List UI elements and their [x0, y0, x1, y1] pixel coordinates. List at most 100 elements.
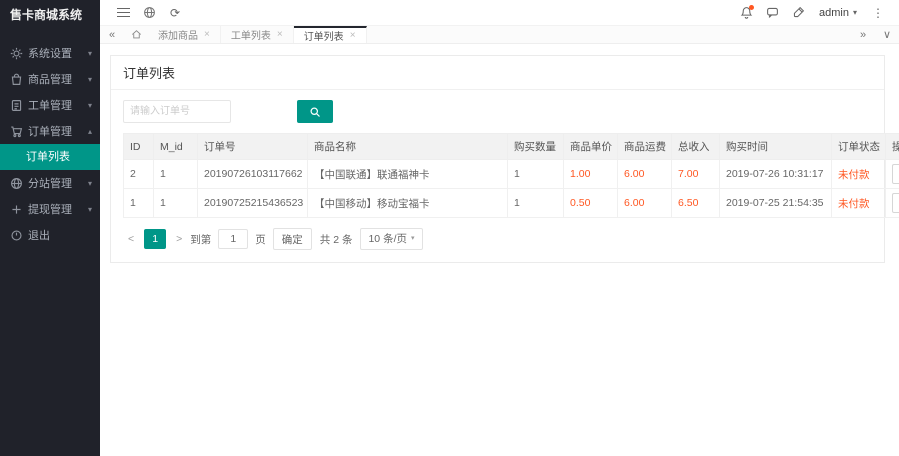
tabs-dropdown-icon[interactable]: ∨ [875, 26, 899, 43]
sidebar-item-label: 提现管理 [28, 201, 86, 217]
col-id: ID [124, 134, 154, 160]
cell-order-no: 20190725215436523 [198, 189, 308, 218]
tabs-expand-right-icon[interactable]: » [851, 26, 875, 43]
tab-label: 添加商品 [158, 27, 198, 42]
sidebar-item-product-management[interactable]: 商品管理 ▾ [0, 66, 100, 92]
plus-circle-icon [10, 203, 23, 216]
sidebar-item-order-list-active[interactable]: 订单列表 [0, 144, 100, 170]
cell-qty: 1 [508, 160, 564, 189]
user-menu[interactable]: admin ▾ [811, 7, 865, 19]
cell-ops: 操作删除 [886, 189, 899, 218]
cell-id: 2 [124, 160, 154, 189]
order-list-card: 订单列表 [110, 55, 885, 263]
cell-price: 0.50 [564, 189, 618, 218]
notification-badge [749, 5, 754, 10]
sidebar-nav: 系统设置 ▾ 商品管理 ▾ 工单管理 ▾ 订单管理 ▴ 订单列表 [0, 40, 100, 248]
cell-total: 6.50 [672, 189, 720, 218]
sidebar-item-label: 商品管理 [28, 71, 86, 87]
sidebar-item-label: 系统设置 [28, 45, 86, 61]
next-page-button[interactable]: > [171, 233, 187, 245]
menu-fold-icon[interactable] [110, 0, 136, 26]
app-window: 售卡商城系统 系统设置 ▾ 商品管理 ▾ 工单管理 ▾ 订单管理 ▴ [0, 0, 899, 456]
globe-toolbar-icon[interactable] [136, 0, 162, 26]
chevron-up-icon: ▴ [88, 127, 92, 136]
sidebar-item-label: 工单管理 [28, 97, 86, 113]
tab-order-list[interactable]: 订单列表 × [294, 26, 367, 43]
goto-page-input[interactable] [218, 229, 248, 249]
app-title: 售卡商城系统 [0, 0, 100, 30]
cell-shipping: 6.00 [618, 160, 672, 189]
close-icon[interactable]: × [204, 29, 210, 40]
hamburger-icon [117, 5, 130, 20]
sidebar-item-order-management[interactable]: 订单管理 ▴ [0, 118, 100, 144]
col-mid: M_id [154, 134, 198, 160]
tab-add-product[interactable]: 添加商品 × [148, 26, 221, 43]
per-page-select[interactable]: 10 条/页 ▾ [360, 228, 422, 250]
sidebar: 售卡商城系统 系统设置 ▾ 商品管理 ▾ 工单管理 ▾ 订单管理 ▴ [0, 0, 100, 456]
total-count-label: 共 2 条 [320, 232, 353, 247]
topbar: ⟳ admin ▾ ⋮ [100, 0, 899, 26]
sidebar-item-withdraw-management[interactable]: 提现管理 ▾ [0, 196, 100, 222]
message-icon[interactable] [759, 0, 785, 26]
search-icon [309, 106, 321, 118]
tabs-collapse-left-icon[interactable]: « [100, 26, 124, 43]
status-badge: 未付款 [832, 160, 886, 189]
theme-icon[interactable] [785, 0, 811, 26]
operate-button[interactable]: 操作 [892, 164, 899, 184]
sidebar-item-logout[interactable]: 退出 [0, 222, 100, 248]
chevron-down-icon: ▾ [88, 75, 92, 84]
cell-ops: 操作删除 [886, 160, 899, 189]
col-status: 订单状态 [832, 134, 886, 160]
close-icon[interactable]: × [277, 29, 283, 40]
chevron-down-icon: ▾ [88, 205, 92, 214]
prev-page-button[interactable]: < [123, 233, 139, 245]
username: admin [819, 7, 849, 19]
table-header-row: ID M_id 订单号 商品名称 购买数量 商品单价 商品运费 总收入 购买时间… [124, 134, 899, 160]
main-area: ⟳ admin ▾ ⋮ « 添加商 [100, 0, 899, 456]
tab-label: 工单列表 [231, 27, 271, 42]
cell-time: 2019-07-26 10:31:17 [720, 160, 832, 189]
cell-product: 【中国移动】移动宝福卡 [308, 189, 508, 218]
sidebar-item-workorder-management[interactable]: 工单管理 ▾ [0, 92, 100, 118]
col-product: 商品名称 [308, 134, 508, 160]
sidebar-item-label: 退出 [28, 227, 92, 243]
tabbar: « 添加商品 × 工单列表 × 订单列表 × » ∨ [100, 26, 899, 44]
chevron-down-icon: ▾ [853, 8, 857, 17]
sidebar-item-label: 分站管理 [28, 175, 86, 191]
table-row: 1 1 20190725215436523 【中国移动】移动宝福卡 1 0.50… [124, 189, 899, 218]
document-icon [10, 99, 23, 112]
sidebar-item-system-settings[interactable]: 系统设置 ▾ [0, 40, 100, 66]
refresh-icon[interactable]: ⟳ [162, 0, 188, 26]
col-order-no: 订单号 [198, 134, 308, 160]
confirm-button[interactable]: 确定 [273, 228, 312, 250]
order-number-search-input[interactable] [123, 100, 231, 123]
col-price: 商品单价 [564, 134, 618, 160]
chevron-down-icon: ▾ [88, 101, 92, 110]
cell-total: 7.00 [672, 160, 720, 189]
home-icon[interactable] [124, 26, 148, 43]
cell-time: 2019-07-25 21:54:35 [720, 189, 832, 218]
goto-label: 到第 [190, 232, 211, 247]
current-page-button[interactable]: 1 [144, 229, 166, 249]
search-button[interactable] [297, 100, 333, 123]
cell-mid: 1 [154, 189, 198, 218]
more-menu-icon[interactable]: ⋮ [865, 0, 891, 26]
content: 订单列表 [100, 44, 899, 263]
pagination: < 1 > 到第 页 确定 共 2 条 10 条/页 ▾ [123, 228, 872, 250]
search-row [123, 100, 872, 123]
cell-product: 【中国联通】联通福神卡 [308, 160, 508, 189]
tab-label: 订单列表 [304, 28, 344, 43]
notification-bell-icon[interactable] [733, 0, 759, 26]
orders-table: ID M_id 订单号 商品名称 购买数量 商品单价 商品运费 总收入 购买时间… [123, 133, 899, 218]
power-icon [10, 229, 23, 242]
page-title: 订单列表 [111, 56, 884, 90]
operate-button[interactable]: 操作 [892, 193, 899, 213]
tab-workorder-list[interactable]: 工单列表 × [221, 26, 294, 43]
close-icon[interactable]: × [350, 30, 356, 41]
chevron-down-icon: ▾ [88, 49, 92, 58]
sidebar-submenu: 订单列表 [0, 144, 100, 170]
status-badge: 未付款 [832, 189, 886, 218]
cell-shipping: 6.00 [618, 189, 672, 218]
sidebar-item-substation-management[interactable]: 分站管理 ▾ [0, 170, 100, 196]
chevron-down-icon: ▾ [88, 179, 92, 188]
